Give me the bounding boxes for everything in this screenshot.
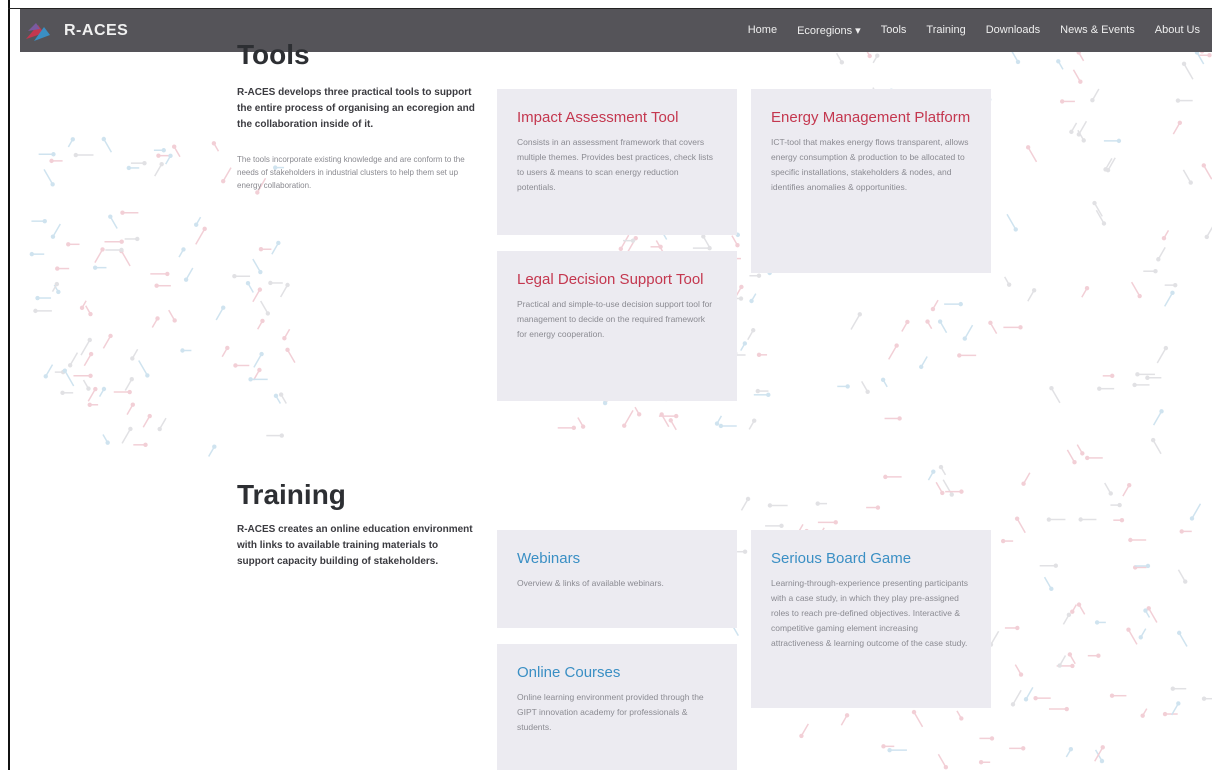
card-text: Practical and simple-to-use decision sup…	[517, 299, 713, 339]
nav-downloads[interactable]: Downloads	[976, 24, 1050, 37]
card-online-courses[interactable]: Online Courses Online learning environme…	[497, 644, 737, 770]
page: R-ACES Home Ecoregions ▾ Tools Training …	[10, 9, 1212, 770]
logo-icon	[24, 17, 60, 45]
card-title: Serious Board Game	[771, 550, 912, 567]
card-title: Energy Management Platform	[771, 109, 971, 126]
nav-ecoregions[interactable]: Ecoregions ▾	[787, 24, 871, 37]
card-legal-decision-support-tool[interactable]: Legal Decision Support Tool Practical an…	[497, 251, 737, 401]
card-title: Webinars	[517, 550, 581, 567]
nav-home[interactable]: Home	[738, 24, 787, 37]
nav-about-us[interactable]: About Us	[1145, 24, 1210, 37]
card-text: Online learning environment provided thr…	[517, 692, 704, 732]
card-text: Consists in an assessment framework that…	[517, 137, 714, 192]
tools-intro: R-ACES develops three practical tools to…	[237, 87, 475, 130]
card-energy-management-platform[interactable]: Energy Management Platform ICT-tool that…	[751, 89, 991, 273]
card-title: Legal Decision Support Tool	[517, 271, 704, 288]
tools-title: Tools	[237, 39, 310, 70]
card-text: Learning-through-experience presenting p…	[771, 578, 969, 648]
training-title: Training	[237, 479, 346, 510]
logo-text: R-ACES	[64, 21, 129, 39]
card-impact-assessment-tool[interactable]: Impact Assessment Tool Consists in an as…	[497, 89, 737, 235]
card-webinars[interactable]: Webinars Overview & links of available w…	[497, 530, 737, 628]
card-title: Impact Assessment Tool	[517, 109, 679, 126]
main-nav: Home Ecoregions ▾ Tools Training Downloa…	[738, 24, 1210, 37]
card-text: Overview & links of available webinars.	[517, 578, 664, 588]
nav-training[interactable]: Training	[916, 24, 975, 37]
card-text: ICT-tool that makes energy flows transpa…	[771, 137, 969, 192]
nav-tools[interactable]: Tools	[871, 24, 917, 37]
top-navbar: R-ACES Home Ecoregions ▾ Tools Training …	[20, 9, 1212, 52]
card-serious-board-game[interactable]: Serious Board Game Learning-through-expe…	[751, 530, 991, 708]
nav-news-events[interactable]: News & Events	[1050, 24, 1145, 37]
tools-subtext: The tools incorporate existing knowledge…	[237, 155, 465, 190]
site-logo[interactable]: R-ACES	[24, 17, 128, 45]
card-title: Online Courses	[517, 664, 621, 681]
training-intro: R-ACES creates an online education envir…	[237, 524, 473, 567]
